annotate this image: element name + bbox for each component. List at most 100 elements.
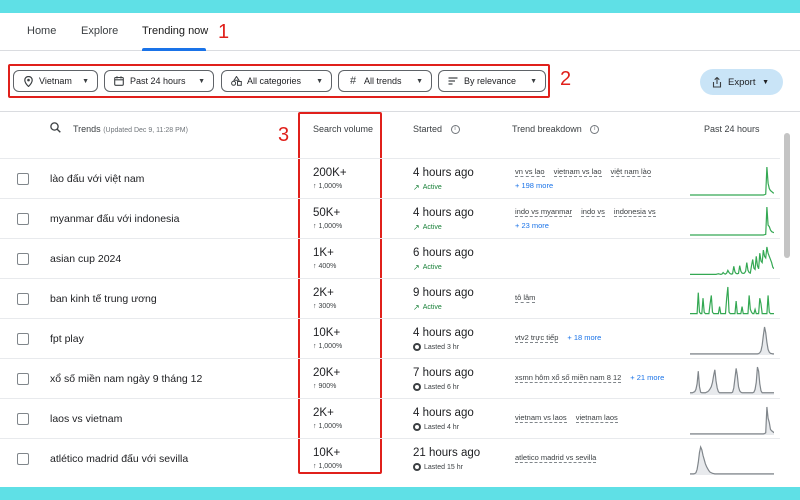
trend-breakdown: xsmn hôm xổ số miền nam 8 12 + 21 more: [515, 373, 664, 383]
row-checkbox[interactable]: [17, 213, 29, 225]
trending-up-icon: ↗: [413, 303, 420, 312]
search-icon[interactable]: [50, 122, 61, 135]
breakdown-term[interactable]: việt nam lào: [610, 167, 651, 177]
volume-increase-percent: 400%: [318, 263, 337, 270]
volume-increase-percent: 1,000%: [318, 423, 343, 430]
trend-name[interactable]: xổ số miền nam ngày 9 tháng 12: [50, 373, 202, 385]
sparkline-line: [690, 206, 774, 236]
row-checkbox[interactable]: [17, 333, 29, 345]
active-tab-indicator: [142, 48, 206, 51]
more-terms-link[interactable]: + 198 more: [515, 181, 553, 190]
row-checkbox[interactable]: [17, 453, 29, 465]
volume-increase: ↑ 1,000%: [313, 223, 342, 230]
row-checkbox[interactable]: [17, 413, 29, 425]
trend-breakdown: atletico madrid vs sevilla: [515, 453, 605, 463]
dropdown-arrow-icon: ▼: [762, 78, 769, 86]
trending-up-icon: ↗: [413, 183, 420, 192]
sparkline-line: [690, 166, 774, 196]
breakdown-term[interactable]: vietnam vs lao: [553, 167, 602, 177]
clock-icon: [413, 463, 421, 471]
status-label: Lasted 4 hr: [424, 423, 460, 431]
header-trends-label: Trends: [73, 124, 101, 134]
sparkline-chart: [690, 246, 774, 276]
hashtag-icon: #: [349, 75, 357, 87]
export-label: Export: [728, 76, 756, 88]
filter-time-range[interactable]: Past 24 hours ▼: [104, 70, 214, 92]
trend-breakdown: tô lâm: [515, 293, 544, 303]
trend-name[interactable]: atlético madrid đấu với sevilla: [50, 453, 188, 465]
trend-name[interactable]: fpt play: [50, 333, 84, 345]
header-trends: Trends (Updated Dec 9, 11:28 PM): [73, 124, 188, 134]
trend-name[interactable]: asian cup 2024: [50, 253, 121, 265]
filter-sort[interactable]: By relevance ▼: [438, 70, 546, 92]
more-terms-link[interactable]: + 23 more: [515, 221, 549, 230]
search-volume-value: 2K+: [313, 287, 334, 299]
row-checkbox[interactable]: [17, 293, 29, 305]
trend-name[interactable]: lào đấu với việt nam: [50, 173, 144, 185]
info-icon[interactable]: i: [450, 125, 460, 135]
breakdown-term[interactable]: vietnam laos: [575, 413, 618, 423]
dropdown-arrow-icon: ▼: [316, 77, 323, 85]
table-row[interactable]: ban kinh tế trung ương 2K+ ↑ 300% 9 hours a…: [0, 278, 780, 318]
dropdown-arrow-icon: ▼: [198, 77, 205, 85]
sparkline-chart: [690, 206, 774, 236]
category-shapes-icon: [230, 75, 242, 87]
breakdown-term[interactable]: indo vs: [581, 207, 605, 217]
table-row[interactable]: laos vs vietnam 2K+ ↑ 1,000% 4 hours ago Las…: [0, 398, 780, 438]
filter-time-label: Past 24 hours: [130, 76, 186, 86]
breakdown-term[interactable]: indonesia vs: [613, 207, 656, 217]
status-active: ↗ Active: [413, 223, 442, 232]
table-row[interactable]: asian cup 2024 1K+ ↑ 400% 6 hours ago ↗ Activ…: [0, 238, 780, 278]
breakdown-term[interactable]: tô lâm: [515, 293, 536, 303]
more-terms-link[interactable]: + 18 more: [567, 333, 601, 342]
table-row[interactable]: fpt play 10K+ ↑ 1,000% 4 hours ago Lasted 3 …: [0, 318, 780, 358]
search-volume-value: 200K+: [313, 167, 347, 179]
status-lasted: Lasted 3 hr: [413, 343, 459, 351]
export-button[interactable]: Export ▼: [700, 69, 783, 95]
clock-icon: [413, 343, 421, 351]
trend-name[interactable]: ban kinh tế trung ương: [50, 293, 157, 305]
header-trend-breakdown: Trend breakdown i: [512, 124, 600, 135]
table-row[interactable]: lào đấu với việt nam 200K+ ↑ 1,000% 4 hours…: [0, 158, 780, 198]
breakdown-term[interactable]: vn vs lao: [515, 167, 545, 177]
filter-category-label: All categories: [247, 76, 302, 86]
header-search-volume[interactable]: Search volume: [313, 124, 373, 134]
trend-name[interactable]: laos vs vietnam: [50, 413, 122, 425]
tab-explore[interactable]: Explore: [81, 25, 118, 37]
header-started[interactable]: Started i: [413, 124, 460, 135]
table-row[interactable]: atlético madrid đấu với sevilla 10K+ ↑ 1,0…: [0, 438, 780, 478]
breakdown-term[interactable]: vtv2 trực tiếp: [515, 333, 559, 343]
breakdown-term[interactable]: indo vs myanmar: [515, 207, 573, 217]
trend-breakdown: vtv2 trực tiếp + 18 more: [515, 333, 601, 343]
status-label: Lasted 15 hr: [424, 463, 463, 471]
annotation-number-1: 1: [218, 21, 230, 43]
status-active: ↗ Active: [413, 303, 442, 312]
volume-increase-percent: 1,000%: [318, 343, 343, 350]
tab-trending-now[interactable]: Trending now: [142, 25, 208, 37]
scrollbar[interactable]: [782, 113, 792, 473]
table-row[interactable]: xổ số miền nam ngày 9 tháng 12 20K+ ↑ 900%…: [0, 358, 780, 398]
filter-location-label: Vietnam: [39, 76, 72, 86]
tab-home[interactable]: Home: [27, 25, 56, 37]
breakdown-term[interactable]: atletico madrid vs sevilla: [515, 453, 597, 463]
row-checkbox[interactable]: [17, 253, 29, 265]
filter-category[interactable]: All categories ▼: [221, 70, 332, 92]
header-past-24-hours: Past 24 hours: [704, 124, 760, 134]
breakdown-term[interactable]: xsmn hôm xổ số miền nam 8 12: [515, 373, 622, 383]
trend-name[interactable]: myanmar đấu với indonesia: [50, 213, 179, 225]
info-icon[interactable]: i: [590, 125, 600, 135]
filter-trend-type[interactable]: # All trends ▼: [338, 70, 432, 92]
row-checkbox[interactable]: [17, 373, 29, 385]
started-time: 9 hours ago: [413, 287, 474, 299]
sparkline-area: [690, 407, 774, 435]
divider: [0, 111, 800, 112]
status-label: Lasted 3 hr: [424, 343, 460, 351]
breakdown-term[interactable]: vietnam vs laos: [515, 413, 567, 423]
volume-increase-percent: 300%: [318, 303, 337, 310]
table-row[interactable]: myanmar đấu với indonesia 50K+ ↑ 1,000% 4 h…: [0, 198, 780, 238]
trending-up-icon: ↗: [413, 263, 420, 272]
more-terms-link[interactable]: + 21 more: [630, 373, 664, 382]
row-checkbox[interactable]: [17, 173, 29, 185]
scrollbar-thumb[interactable]: [784, 133, 790, 258]
filter-location[interactable]: Vietnam ▼: [13, 70, 98, 92]
